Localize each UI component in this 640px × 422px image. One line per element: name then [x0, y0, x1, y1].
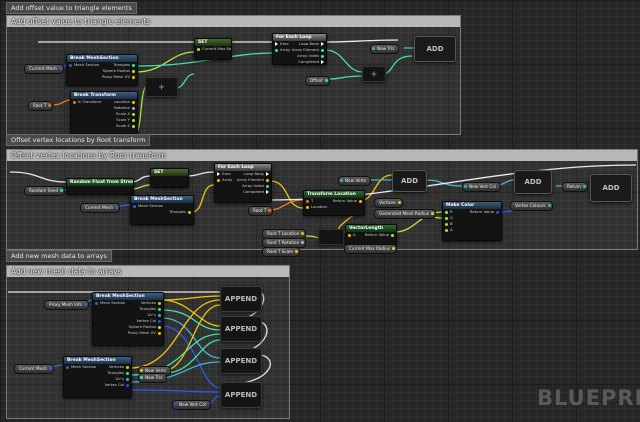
random-seed-variable[interactable]: Random Seed: [24, 186, 66, 196]
break-mesh-section-node[interactable]: Break MeshSection Mesh Section Vertices …: [63, 356, 132, 398]
vertices-variable[interactable]: Vertices: [374, 198, 403, 208]
node-title: VectorLength: [346, 225, 396, 232]
array-add-node[interactable]: ADD: [414, 36, 456, 62]
current-max-radius-variable[interactable]: Current Max Radius: [344, 244, 398, 254]
pin-proxy-mesh-uv[interactable]: Proxy Mesh UV: [128, 330, 163, 336]
comment-tab-offset[interactable]: Add offset value to triangle elements: [6, 2, 137, 14]
new-vert-col-variable[interactable]: New Vert Col: [172, 400, 211, 410]
node-title: Random Float from Stream: [67, 179, 133, 186]
node-title: Make Color: [443, 202, 501, 209]
generated-mesh-radius-variable[interactable]: Generated Mesh Radius: [374, 209, 436, 219]
node-title: APPEND: [224, 357, 258, 365]
pin-completed[interactable]: Completed: [292, 59, 326, 64]
comment-tab-vertex[interactable]: Offset vertex locations by Root transfor…: [6, 134, 151, 146]
append-uvs-node[interactable]: APPEND: [220, 348, 262, 374]
comment-title: Add offset value to triangle elements: [7, 16, 460, 27]
break-transform-node[interactable]: Break Transform In Transform Location Ro…: [70, 91, 138, 137]
pin-a[interactable]: A: [443, 227, 470, 233]
pin-return-value[interactable]: Return Value: [470, 209, 501, 215]
pin-return-value[interactable]: Return Value: [333, 198, 364, 204]
set-node[interactable]: SET: [150, 168, 189, 188]
append-vertices-node[interactable]: APPEND: [220, 286, 262, 312]
pin-mesh-section[interactable]: Mesh Section: [93, 300, 128, 306]
for-each-loop-node[interactable]: For Each Loop Exec Array Loop Body Array…: [272, 33, 327, 65]
append-triangles-node[interactable]: APPEND: [220, 316, 262, 342]
comment-title: Offset vertex locations by Root transfor…: [7, 150, 637, 161]
pin-mesh-section[interactable]: Mesh Section: [64, 364, 98, 370]
node-title: Break MeshSection: [131, 196, 193, 203]
add-int-node[interactable]: +: [362, 66, 386, 82]
array-add-node[interactable]: ADD: [590, 174, 632, 202]
node-title: APPEND: [224, 325, 258, 333]
comment-title: Add new mesh data to arrays: [7, 266, 289, 277]
pin-return-value[interactable]: Return Value: [365, 232, 396, 238]
pin-array[interactable]: Array: [273, 47, 292, 53]
random-float-node[interactable]: Random Float from Stream: [66, 178, 134, 195]
proxy-mesh-info-variable[interactable]: Proxy Mesh Info: [44, 300, 90, 310]
offset-variable[interactable]: Offset: [305, 76, 330, 86]
new-verts-variable[interactable]: New Verts: [338, 176, 372, 186]
root-t-variable[interactable]: Root T: [28, 101, 54, 111]
node-title: Break MeshSection: [93, 293, 163, 300]
node-title: For Each Loop: [215, 164, 271, 171]
blueprint-watermark: BLUEPRINT: [537, 386, 640, 410]
set-current-max-radius-node[interactable]: SET Current Max Radius: [194, 38, 232, 60]
pin-in-transform[interactable]: In Transform: [71, 99, 104, 105]
comment-tab-arrays[interactable]: Add new mesh data to arrays: [6, 250, 112, 262]
transform-location-node[interactable]: Transform Location T Location Return Val…: [303, 190, 365, 216]
new-tris-variable[interactable]: New Tris: [138, 373, 168, 383]
break-mesh-section-node[interactable]: Break MeshSection Mesh Section Triangles: [130, 195, 194, 225]
vector-length-node[interactable]: VectorLength A Return Value: [345, 224, 397, 246]
break-mesh-section-node[interactable]: Break MeshSection Mesh Section Vertices …: [92, 292, 164, 346]
append-vertex-col-node[interactable]: APPEND: [220, 382, 262, 408]
pin-a[interactable]: A: [346, 232, 365, 238]
node-title: SET: [151, 169, 188, 176]
break-mesh-section-node[interactable]: Break MeshSection Mesh Section Triangles…: [66, 54, 138, 86]
array-add-node[interactable]: ADD: [514, 170, 552, 194]
pin-scale-z[interactable]: Scale Z: [104, 123, 137, 129]
array-add-node[interactable]: ADD: [392, 170, 427, 192]
multiply-vector-node[interactable]: [318, 229, 344, 245]
node-title: APPEND: [224, 295, 258, 303]
pin-vertex-col[interactable]: Vertex Col: [98, 382, 132, 388]
vertex-colours-variable[interactable]: Vertex Colours: [510, 201, 553, 211]
root-t-variable[interactable]: Root T: [248, 206, 274, 216]
pin-mesh-section[interactable]: Mesh Section: [67, 62, 102, 68]
operator-label: +: [370, 69, 378, 79]
pin-completed[interactable]: Completed: [237, 189, 271, 195]
pin-current-max-radius[interactable]: Current Max Radius: [195, 46, 231, 52]
current-mesh-variable[interactable]: Current Mesh: [80, 203, 121, 213]
operator-label: +: [158, 82, 165, 92]
make-color-node[interactable]: Make Color R G B A Return Value: [442, 201, 502, 241]
node-title: Break Transform: [71, 92, 137, 99]
node-title: SET: [195, 39, 231, 46]
current-mesh-variable[interactable]: Current Mesh: [14, 364, 55, 374]
pin-location[interactable]: Location: [304, 204, 333, 210]
new-vert-col-variable[interactable]: New Vert Col: [462, 182, 501, 192]
node-title: Break MeshSection: [67, 55, 137, 62]
new-tris-variable[interactable]: New Tris: [370, 44, 400, 54]
for-each-loop-node[interactable]: For Each Loop Exec Array Loop Body Array…: [214, 163, 272, 203]
current-mesh-variable[interactable]: Current Mesh: [24, 64, 65, 74]
node-title: Transform Location: [304, 191, 364, 198]
pin-triangles[interactable]: Triangles: [131, 209, 193, 215]
pin-proxy-mesh-uv[interactable]: Proxy Mesh UV: [102, 74, 137, 80]
return-variable[interactable]: Return: [562, 182, 588, 192]
blueprint-graph[interactable]: Add offset value to triangle elements Ad…: [0, 0, 640, 422]
node-title: For Each Loop: [273, 34, 326, 41]
root-t-scale-variable[interactable]: Root T Scale: [262, 247, 300, 257]
node-title: Break MeshSection: [64, 357, 131, 364]
pin-array[interactable]: Array: [215, 177, 237, 183]
add-float-node[interactable]: +: [145, 77, 178, 97]
node-title: APPEND: [224, 391, 258, 399]
